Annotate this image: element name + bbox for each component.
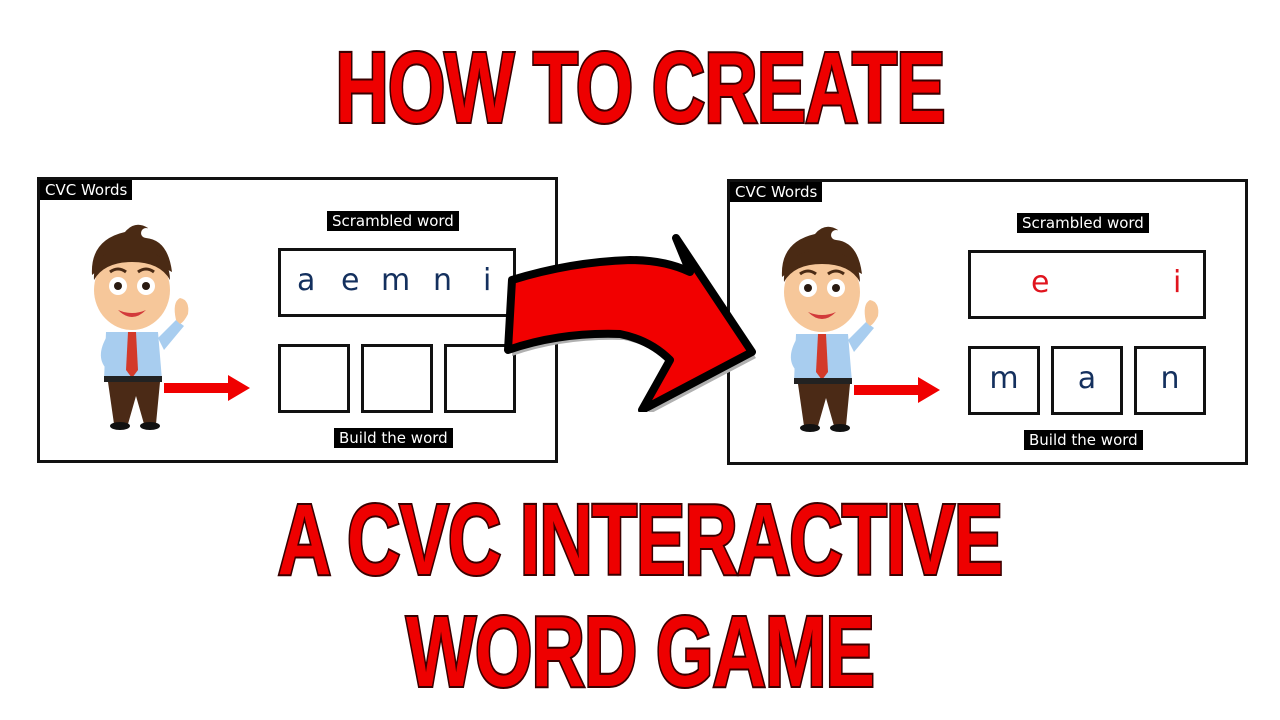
build-letter: n — [1160, 361, 1180, 396]
build-slot-2[interactable]: a — [1051, 346, 1123, 415]
scrambled-letter[interactable]: e — [341, 263, 359, 299]
scrambled-letter[interactable]: n — [433, 263, 452, 299]
right-arrow-icon — [164, 375, 250, 401]
scrambled-word-label: Scrambled word — [327, 211, 459, 231]
build-slot-1[interactable] — [278, 344, 350, 413]
slide-corner-label: CVC Words — [40, 180, 133, 200]
title-line-1: HOW TO CREATE — [334, 31, 947, 144]
slide-corner-label: CVC Words — [730, 182, 823, 202]
scrambled-word-box: e i — [968, 250, 1206, 319]
curved-right-arrow-icon — [504, 234, 756, 412]
right-arrow-icon — [854, 377, 940, 403]
scrambled-letter[interactable]: a — [297, 263, 315, 299]
build-slot-1[interactable]: m — [968, 346, 1040, 415]
build-slot-3[interactable]: n — [1134, 346, 1206, 415]
scrambled-word-box: a e m n i — [278, 248, 516, 317]
build-slot-2[interactable] — [361, 344, 433, 413]
scrambled-letter[interactable]: i — [1173, 265, 1181, 301]
slide-after: CVC Words Scrambled word e i m a n Build… — [727, 179, 1248, 465]
title-line-3: WORD GAME — [405, 595, 877, 708]
build-word-label: Build the word — [1024, 430, 1143, 450]
scrambled-letter[interactable]: e — [1031, 265, 1049, 301]
build-word-label: Build the word — [334, 428, 453, 448]
slide-before: CVC Words Scrambled word a e m n i Build… — [37, 177, 558, 463]
build-letter: a — [1077, 361, 1097, 396]
scrambled-letter[interactable]: m — [381, 263, 410, 299]
scrambled-word-label: Scrambled word — [1017, 213, 1149, 233]
build-letter: m — [989, 361, 1019, 396]
title-line-2: A CVC INTERACTIVE — [276, 483, 1004, 596]
